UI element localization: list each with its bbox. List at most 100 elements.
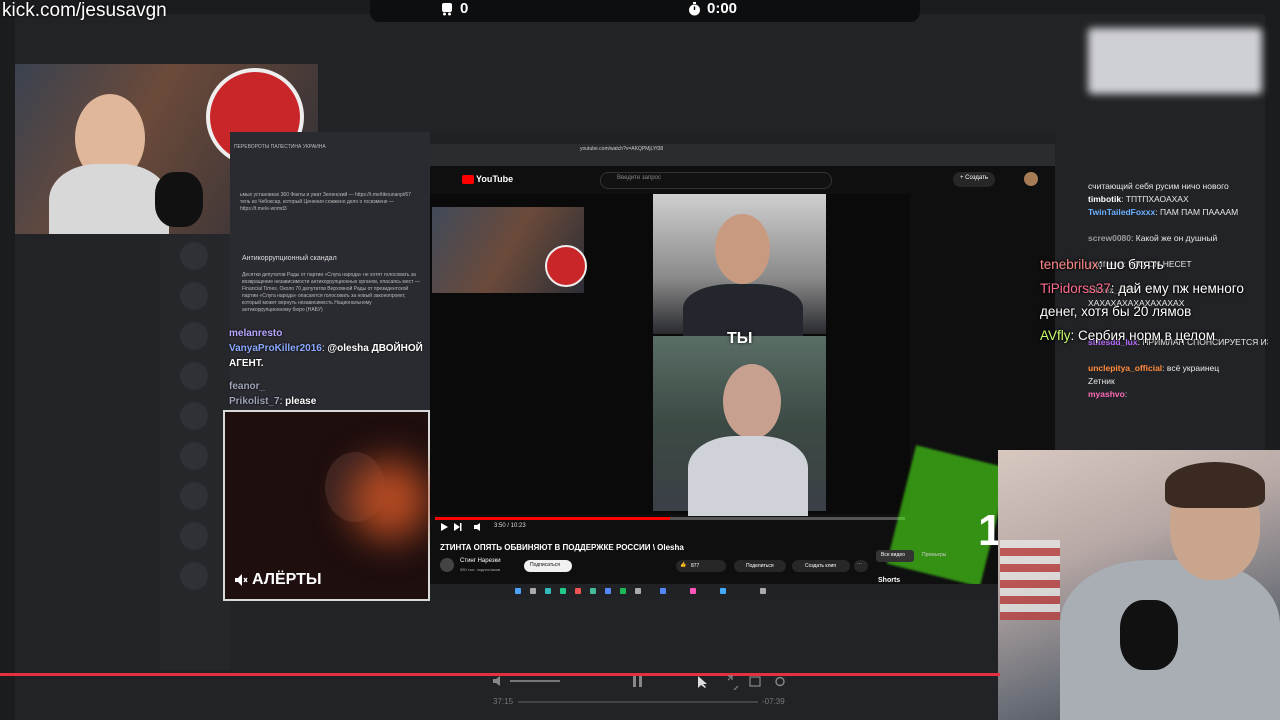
app-icon[interactable]: [620, 588, 626, 594]
video-stop-sign: [545, 245, 587, 287]
subscribe-label[interactable]: Подписаться: [530, 562, 560, 568]
youtube-logo[interactable]: YouTube: [476, 174, 513, 184]
chat-username: myashvo: [1088, 389, 1125, 399]
app-icon[interactable]: [545, 588, 551, 594]
chat-username: TwinTailedFoxxx: [1088, 207, 1156, 217]
premieres-chip[interactable]: Премьеры: [922, 552, 946, 558]
app-icon[interactable]: [590, 588, 596, 594]
chat-message: Zетник: [1088, 375, 1268, 388]
chat-message: AVfly: Сербия норм в целом: [1040, 324, 1275, 348]
channel-subscribers: 550 тыс. подписчиков: [460, 567, 501, 572]
stream-timer-value: 0:00: [707, 0, 738, 17]
chat-message: feanor_: [229, 379, 429, 394]
chat-text: please: [285, 396, 317, 407]
sidebar-avatar: [180, 482, 208, 510]
chat-text: : ПАМ ПАМ ПААААМ: [1155, 207, 1239, 217]
app-icon[interactable]: [575, 588, 581, 594]
video-controls-icons[interactable]: [440, 522, 490, 532]
chat-message: считающий себя русим ничо нового: [1088, 180, 1268, 193]
player-volume-slider[interactable]: [510, 680, 560, 682]
alerts-label-text: АЛЁРТЫ: [252, 571, 322, 588]
chat-text: считающий себя русим ничо нового: [1088, 181, 1229, 191]
video-person-face: [715, 214, 770, 284]
stopwatch-icon: [689, 1, 700, 15]
app-icon[interactable]: [560, 588, 566, 594]
player-seek-track[interactable]: [518, 701, 758, 703]
youtube-search-placeholder[interactable]: Введите запрос: [617, 175, 661, 181]
search-icon[interactable]: [530, 588, 536, 594]
video-overlay-text: ТЫ: [727, 330, 753, 347]
app-icon[interactable]: [760, 588, 766, 594]
youtube-logo-icon[interactable]: [462, 175, 474, 184]
chat-message: TwinTailedFoxxx: ПАМ ПАМ ПААААМ: [1088, 206, 1268, 219]
chat-text: Zетник: [1088, 376, 1115, 386]
alerts-label: АЛЁРТЫ: [234, 571, 322, 589]
telegram-post-heading: Антикоррупционный скандал: [242, 255, 337, 262]
share-label[interactable]: Поделиться: [746, 563, 774, 569]
app-icon[interactable]: [690, 588, 696, 594]
like-count: 877: [691, 563, 700, 569]
chat-username: TiPidorss37: [1040, 280, 1111, 296]
sidebar-avatar: [180, 242, 208, 270]
chat-message: tenebrilux: шо блять: [1040, 253, 1275, 277]
bus-icon: [442, 2, 452, 15]
chat-username: VanyaProKiller2016: [229, 343, 322, 354]
stream-timer: 0:00: [688, 0, 737, 17]
app-icon[interactable]: [660, 588, 666, 594]
alerts-lamp-glow: [350, 460, 430, 540]
overlay-chat: tenebrilux: шо блять TiPidorss37: дай ем…: [1040, 230, 1275, 347]
channel-avatar[interactable]: [440, 558, 454, 572]
chat-message: myashvo:: [1088, 388, 1268, 401]
chat-text: : шо блять: [1098, 257, 1164, 272]
chat-username: timbotik: [1088, 194, 1122, 204]
sidebar-avatar: [180, 362, 208, 390]
chat-text: : всё украинец: [1162, 363, 1220, 373]
all-videos-label[interactable]: Все видео: [881, 552, 905, 558]
video-progress-fill: [435, 517, 670, 520]
app-icon[interactable]: [605, 588, 611, 594]
telegram-post-text: ьмых установках 360 Факты и ужат Зеленск…: [240, 192, 411, 212]
create-clip-label[interactable]: Создать клип: [805, 563, 836, 569]
video-person-body: [688, 436, 808, 516]
webcam-shirt: [49, 164, 169, 234]
speaker-muted-icon: [235, 574, 248, 586]
start-icon[interactable]: [515, 588, 521, 594]
chat-message: VanyaProKiller2016: @olesha ДВОЙНОЙ АГЕН…: [229, 343, 423, 369]
chat-text: : ТПТПХАОАХАХ: [1121, 194, 1189, 204]
telegram-title: ПЕРЕВОРОТЫ ПАЛЕСТИНА УКРАИНА: [234, 144, 326, 150]
stream-url: kick.com/jesusavgn: [2, 0, 167, 21]
video-person-face: [723, 364, 781, 439]
channel-name[interactable]: Стинг Нарезки: [460, 558, 501, 564]
chat-text: : Сербия норм в целом: [1070, 327, 1216, 343]
background-sidebar: [160, 230, 230, 670]
sidebar-avatar: [180, 282, 208, 310]
browser-tab-strip[interactable]: [430, 132, 1055, 144]
video-time: 3:50 / 10:23: [494, 523, 526, 529]
webcam-microphone: [155, 172, 203, 227]
chat-message: TiPidorss37: дай ему пж немного денег, х…: [1040, 277, 1275, 324]
app-icon[interactable]: [635, 588, 641, 594]
player-time-remaining: -07:39: [762, 697, 785, 706]
browser-address-bar[interactable]: [430, 144, 1055, 156]
player-controls[interactable]: [492, 674, 787, 690]
chat-message: timbotik: ТПТПХАОАХАХ: [1088, 193, 1268, 206]
windows-taskbar: [430, 584, 1055, 598]
webcam-flag: [1000, 540, 1060, 620]
sidebar-avatar: [180, 402, 208, 430]
app-icon[interactable]: [720, 588, 726, 594]
chat-username: unclepitya_official: [1088, 363, 1163, 373]
shorts-label[interactable]: Shorts: [878, 577, 900, 584]
more-icon[interactable]: ⋯: [857, 561, 862, 567]
browser-bookmarks-bar[interactable]: [430, 156, 1055, 166]
video-title: ZТИНТА ОПЯТЬ ОБВИНЯЮТ В ПОДДЕРЖКЕ РОССИИ…: [440, 543, 684, 552]
sidebar-avatar: [180, 442, 208, 470]
like-icon[interactable]: 👍: [680, 562, 686, 568]
youtube-create-label[interactable]: + Создать: [960, 175, 988, 181]
chat-username: AVfly: [1040, 327, 1071, 343]
youtube-avatar[interactable]: [1024, 172, 1038, 186]
chat-username: tenebrilux: [1040, 257, 1099, 272]
browser-url-text[interactable]: youtube.com/watch?v=AKQPMjLYf38: [580, 146, 663, 152]
chat-username: feanor_: [229, 381, 266, 392]
viewer-count: 0: [440, 0, 468, 17]
video-top-person: [653, 194, 826, 344]
